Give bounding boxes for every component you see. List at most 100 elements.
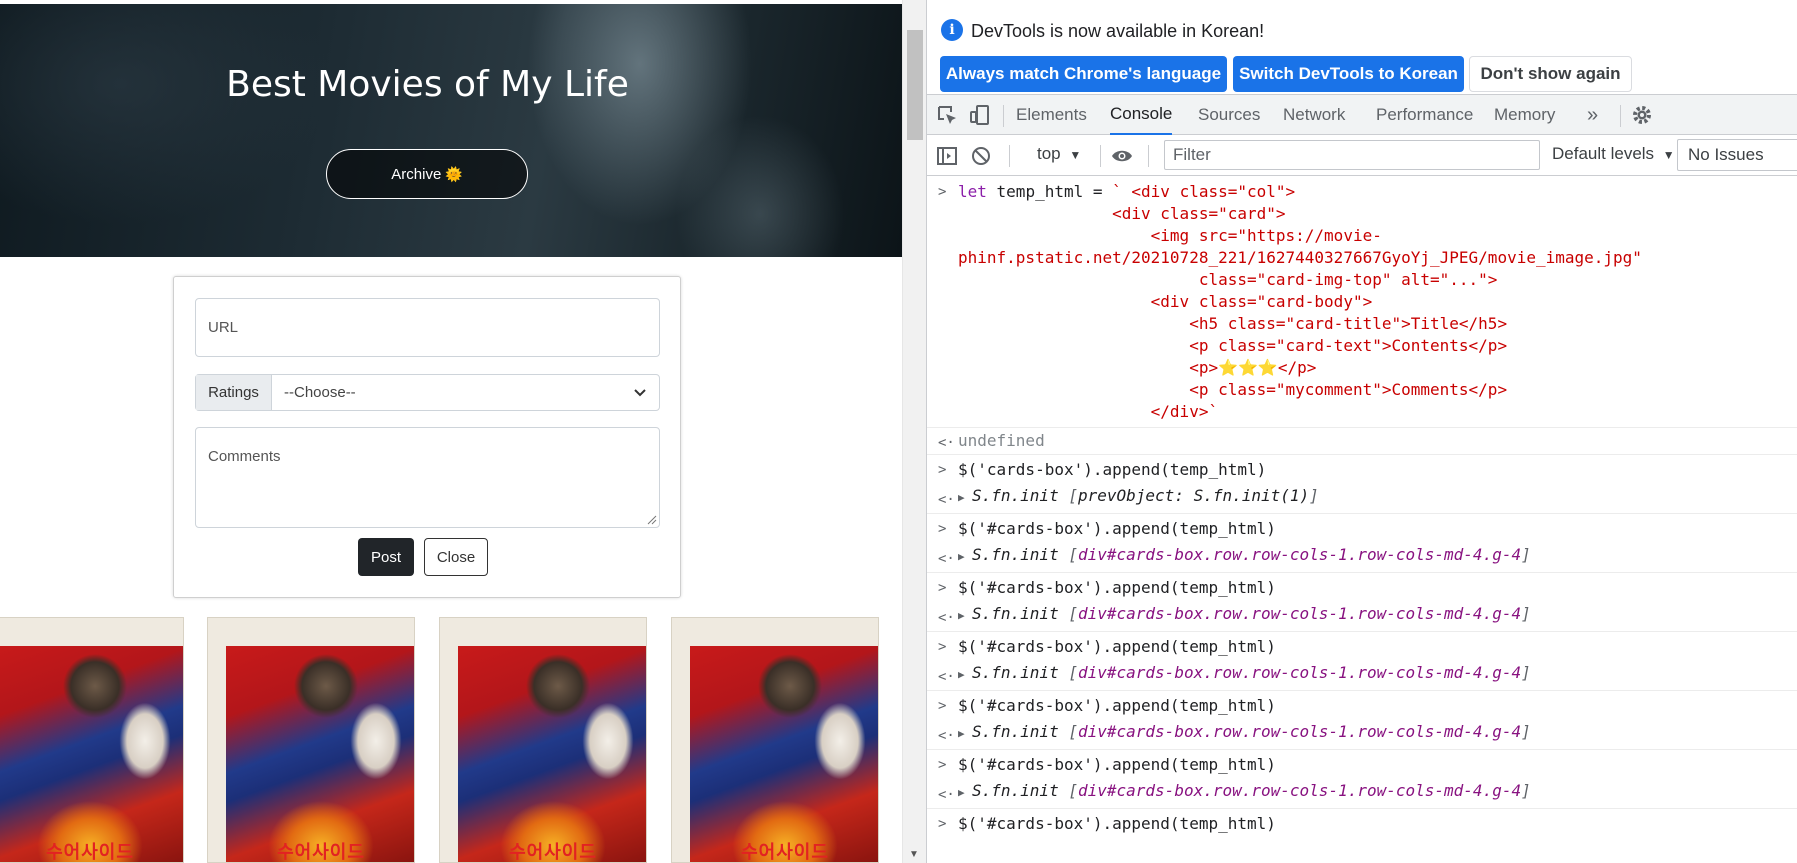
result-detail: div#cards-box.row.row-cols-1.row-cols-md… — [1077, 545, 1522, 564]
dropdown-arrow-icon: ▼ — [1069, 148, 1082, 162]
console-result[interactable]: ▶ S.fn.init [div#cards-box.row.row-cols-1… — [958, 663, 1531, 682]
ratings-label: Ratings — [196, 375, 272, 410]
toolbar-divider — [1003, 105, 1004, 127]
console-result[interactable]: ▶ S.fn.init [div#cards-box.row.row-cols-1… — [958, 722, 1531, 741]
ratings-select[interactable]: --Choose-- — [272, 375, 659, 410]
console-command: $('#cards-box').append(temp_html) — [958, 814, 1276, 833]
device-toolbar-icon[interactable] — [968, 103, 992, 127]
console-result[interactable]: ▶ S.fn.init [prevObject: S.fn.init(1)] — [958, 486, 1319, 505]
archive-button[interactable]: Archive 🌞 — [326, 149, 528, 199]
poster-title-text: 수어사이드 — [277, 842, 365, 863]
console-scrollbar[interactable] — [1783, 177, 1797, 863]
console-entry: <· undefined — [927, 428, 1797, 455]
tab-network[interactable]: Network — [1283, 95, 1345, 135]
comments-textarea[interactable]: Comments — [195, 427, 660, 528]
post-button[interactable]: Post — [358, 538, 414, 576]
code-line: <p>⭐⭐⭐</p> — [958, 358, 1317, 377]
result-arrow-icon: <· — [938, 551, 955, 567]
live-expression-eye-icon[interactable] — [1110, 144, 1134, 168]
more-tabs-chevron-icon[interactable]: » — [1587, 95, 1598, 135]
console-command-multiline: let temp_html = ` <div class="col"> <div… — [958, 181, 1797, 423]
console-result: undefined — [958, 431, 1045, 450]
movie-card-poster[interactable]: 수어사이드 — [207, 617, 415, 863]
code-line: <p class="card-text">Contents</p> — [958, 336, 1508, 355]
log-levels-dropdown[interactable]: Default levels ▼ — [1552, 144, 1675, 164]
code-line: let temp_html = ` <div class="col"> — [958, 182, 1296, 201]
code-line: <img src="https://movie- — [958, 226, 1382, 245]
result-function: S.fn.init — [972, 722, 1059, 741]
result-function: S.fn.init — [972, 781, 1059, 800]
console-command: $('#cards-box').append(temp_html) — [958, 755, 1276, 774]
result-arrow-icon: <· — [938, 787, 955, 803]
expand-triangle-icon[interactable]: ▶ — [958, 782, 968, 804]
console-result[interactable]: ▶ S.fn.init [div#cards-box.row.row-cols-1… — [958, 545, 1531, 564]
console-filterbar: top ▼ Filter Default levels ▼ No Issues — [927, 136, 1797, 176]
console-entry: <· ▶ S.fn.init [prevObject: S.fn.init(1)] — [927, 485, 1797, 514]
movie-card-poster[interactable]: 수어사이드 — [671, 617, 879, 863]
page-scrollbar[interactable]: ▼ — [902, 0, 926, 863]
expand-triangle-icon[interactable]: ▶ — [958, 723, 968, 745]
input-prompt-chevron-icon: > — [938, 521, 947, 537]
devtools-panel: i DevTools is now available in Korean! A… — [926, 0, 1797, 863]
hero-banner: Best Movies of My Life Archive 🌞 — [0, 4, 902, 257]
console-result[interactable]: ▶ S.fn.init [div#cards-box.row.row-cols-1… — [958, 781, 1531, 800]
ratings-input-group: Ratings --Choose-- — [195, 374, 660, 411]
input-prompt-chevron-icon: > — [938, 698, 947, 714]
show-sidebar-icon[interactable] — [935, 144, 959, 168]
language-infobar: i DevTools is now available in Korean! A… — [927, 0, 1797, 94]
settings-gear-icon[interactable] — [1630, 103, 1654, 127]
page-scrollbar-thumb[interactable] — [907, 30, 923, 140]
url-input[interactable]: URL — [195, 298, 660, 357]
input-prompt-chevron-icon: > — [938, 816, 947, 832]
console-command: $('cards-box').append(temp_html) — [958, 460, 1267, 479]
console-command: $('#cards-box').append(temp_html) — [958, 519, 1276, 538]
expand-triangle-icon[interactable]: ▶ — [958, 605, 968, 627]
tab-elements[interactable]: Elements — [1016, 95, 1087, 135]
expand-triangle-icon[interactable]: ▶ — [958, 546, 968, 568]
page-title: Best Movies of My Life — [226, 64, 629, 105]
toolbar-divider — [1100, 145, 1101, 167]
issues-button[interactable]: No Issues — [1677, 139, 1797, 171]
scroll-down-arrow-icon[interactable]: ▼ — [909, 849, 919, 860]
console-command: $('#cards-box').append(temp_html) — [958, 637, 1276, 656]
result-arrow-icon: <· — [938, 492, 955, 508]
console-entry: <· ▶ S.fn.init [div#cards-box.row.row-cols… — [927, 721, 1797, 750]
console-filter-input[interactable]: Filter — [1164, 140, 1540, 170]
console-entry: > $('#cards-box').append(temp_html) — [927, 514, 1797, 544]
clear-console-icon[interactable] — [969, 144, 993, 168]
result-arrow-icon: <· — [938, 610, 955, 626]
console-output[interactable]: > let temp_html = ` <div class="col"> <d… — [927, 177, 1797, 863]
tab-sources[interactable]: Sources — [1198, 95, 1260, 135]
inspect-element-icon[interactable] — [935, 103, 959, 127]
close-button[interactable]: Close — [424, 538, 488, 576]
movie-card-poster[interactable]: 수어사이드 — [439, 617, 647, 863]
console-entry: <· ▶ S.fn.init [div#cards-box.row.row-cols… — [927, 603, 1797, 632]
archive-button-label: Archive — [391, 165, 442, 183]
always-match-language-button[interactable]: Always match Chrome's language — [940, 56, 1227, 92]
poster-title-text: 수어사이드 — [741, 842, 829, 863]
comments-placeholder: Comments — [208, 448, 281, 465]
chevron-down-icon — [634, 388, 646, 396]
tab-memory[interactable]: Memory — [1494, 95, 1555, 135]
post-form: URL Ratings --Choose-- Comments Post Clo… — [173, 276, 681, 598]
toolbar-divider — [1620, 105, 1621, 127]
result-detail: div#cards-box.row.row-cols-1.row-cols-md… — [1077, 781, 1522, 800]
expand-triangle-icon[interactable]: ▶ — [958, 664, 968, 686]
result-detail: prevObject: S.fn.init(1) — [1077, 486, 1310, 505]
switch-to-korean-button[interactable]: Switch DevTools to Korean — [1233, 56, 1464, 92]
console-result[interactable]: ▶ S.fn.init [div#cards-box.row.row-cols-1… — [958, 604, 1531, 623]
resize-grip-icon[interactable] — [647, 515, 657, 525]
poster-title-text: 수어사이드 — [46, 842, 134, 863]
context-select[interactable]: top ▼ — [1037, 144, 1081, 164]
input-prompt-chevron-icon: > — [938, 639, 947, 655]
console-entry: > $('#cards-box').append(temp_html) — [927, 809, 1797, 839]
expand-triangle-icon[interactable]: ▶ — [958, 487, 968, 509]
dont-show-again-button[interactable]: Don't show again — [1469, 56, 1632, 92]
console-entry: > $('#cards-box').append(temp_html) — [927, 632, 1797, 662]
movie-card-poster[interactable]: 수어사이드 — [0, 617, 184, 863]
tab-console[interactable]: Console — [1110, 95, 1173, 135]
code-line: </div>` — [958, 402, 1219, 421]
result-function: S.fn.init — [972, 545, 1059, 564]
tab-performance[interactable]: Performance — [1376, 95, 1473, 135]
console-entry: > $('cards-box').append(temp_html) — [927, 455, 1797, 485]
